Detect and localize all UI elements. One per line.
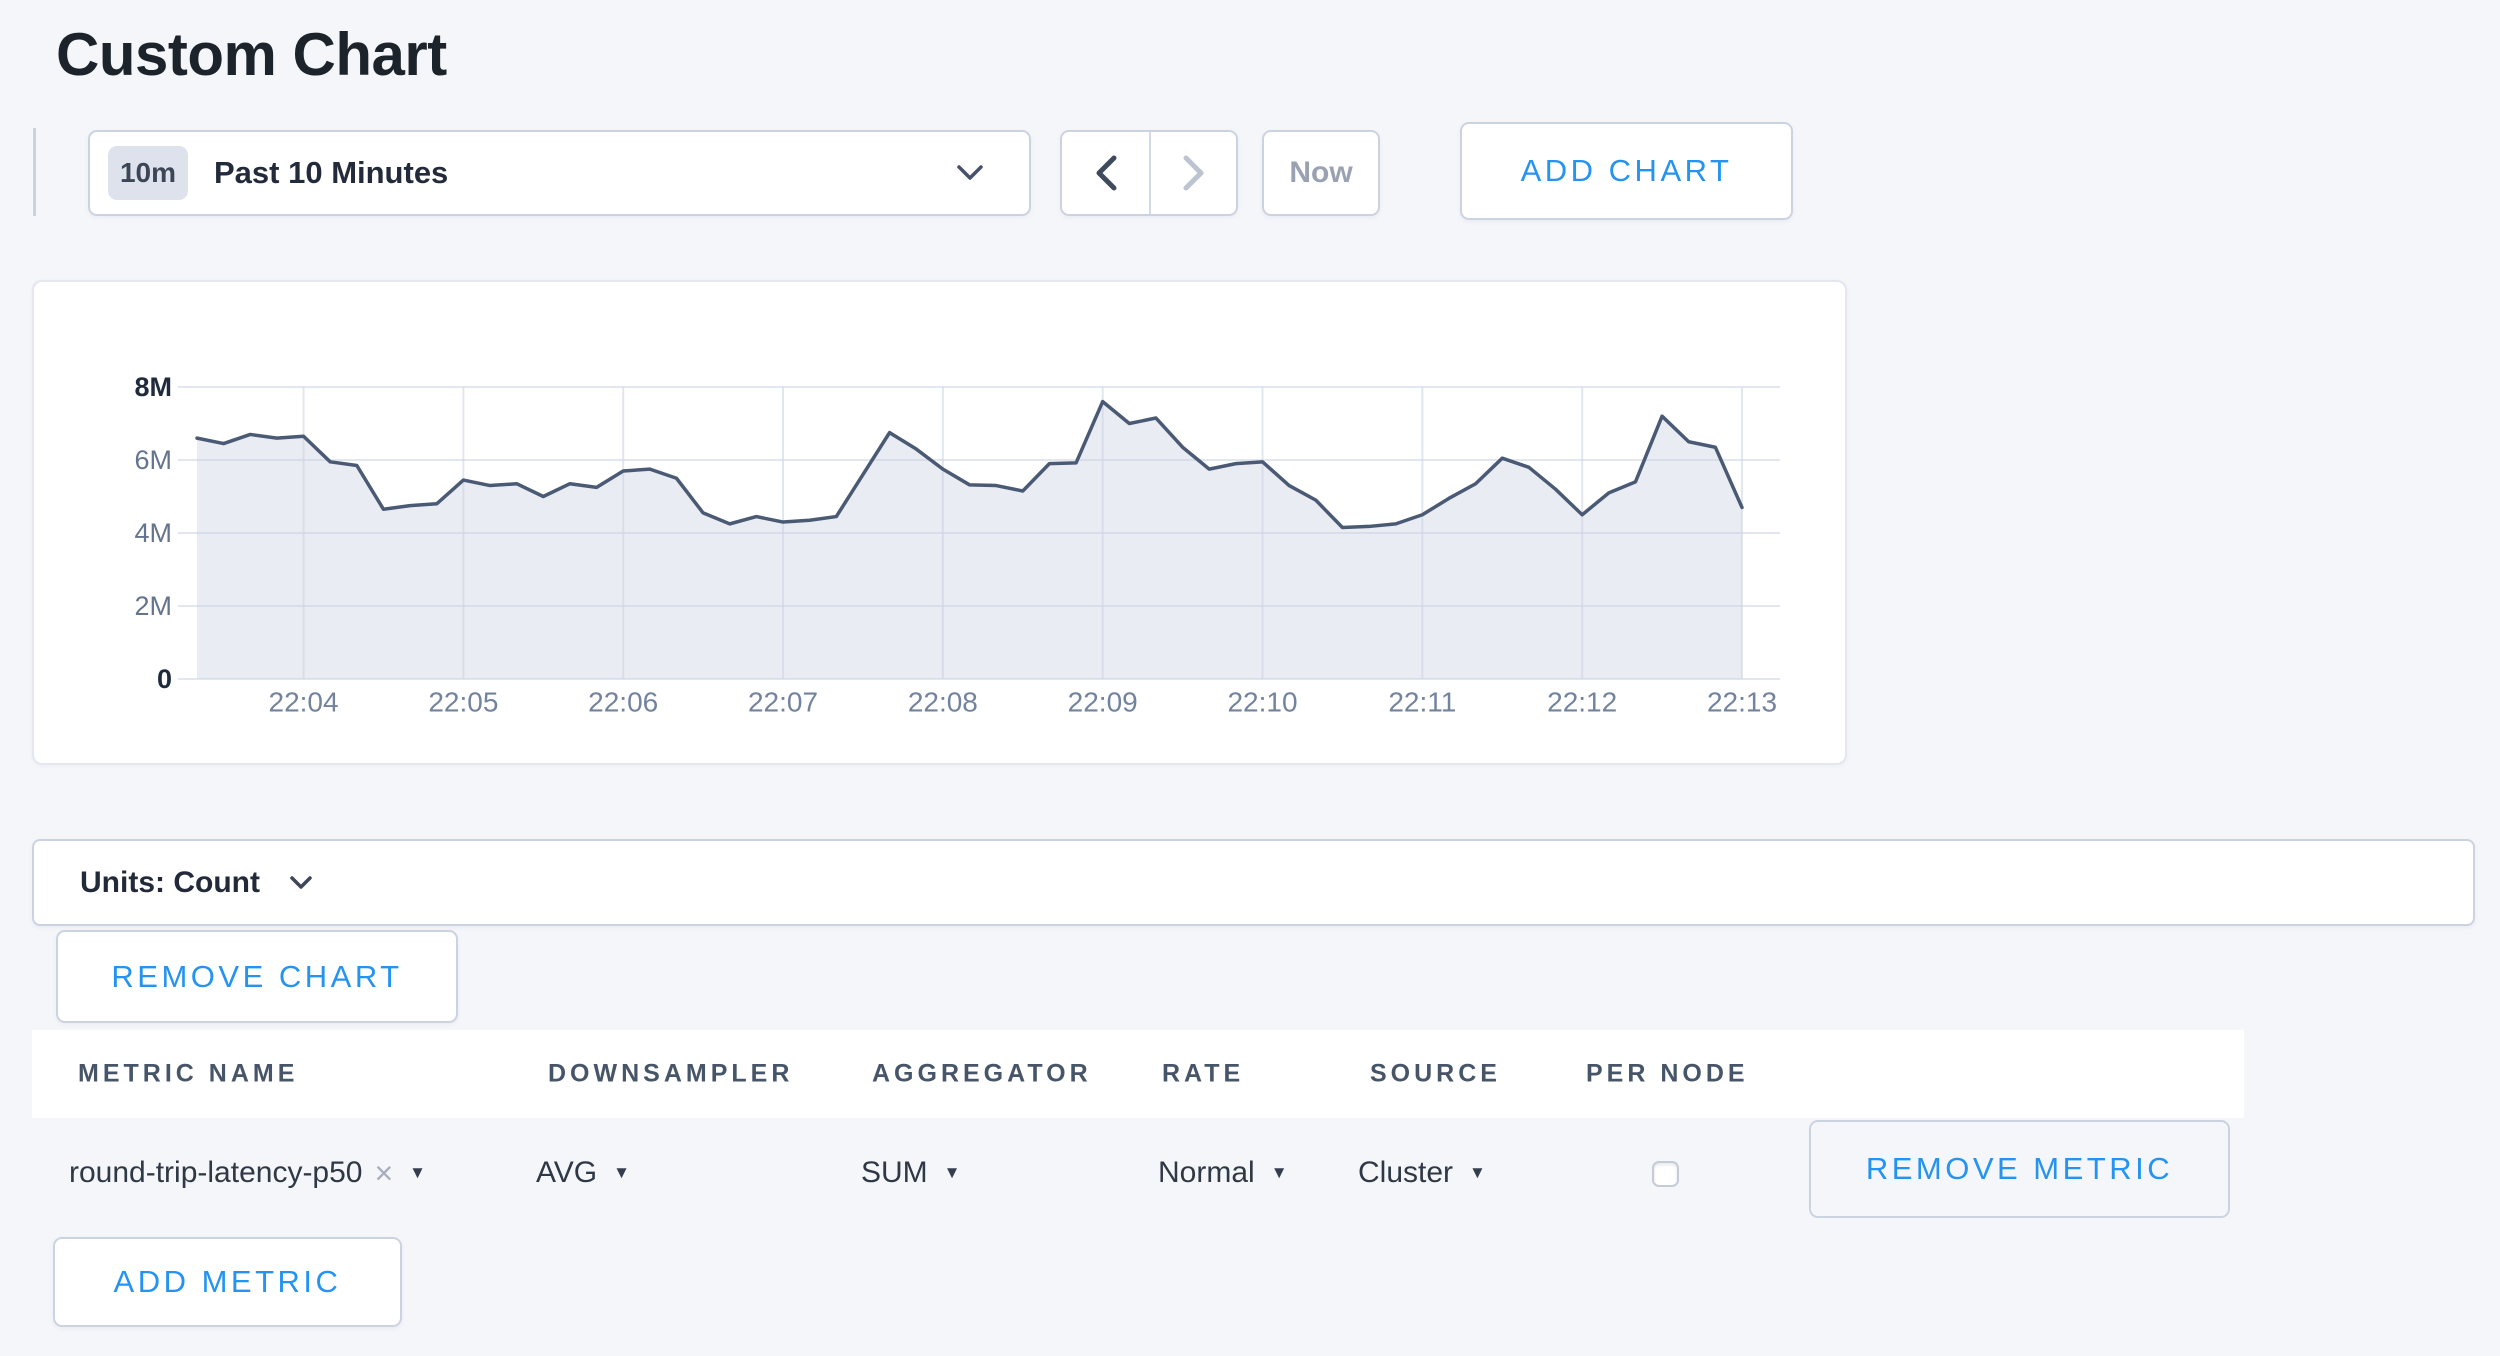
page-title: Custom Chart <box>56 20 447 89</box>
svg-text:22:09: 22:09 <box>1068 686 1138 717</box>
svg-text:22:10: 22:10 <box>1227 686 1297 717</box>
svg-text:22:08: 22:08 <box>908 686 978 717</box>
svg-text:0: 0 <box>157 664 172 694</box>
column-header-source: SOURCE <box>1370 1060 1501 1089</box>
svg-text:22:13: 22:13 <box>1707 686 1777 717</box>
source-value: Cluster <box>1358 1156 1453 1190</box>
column-header-aggregator: AGGREGATOR <box>872 1060 1092 1089</box>
add-metric-button[interactable]: ADD METRIC <box>53 1237 402 1327</box>
column-header-rate: RATE <box>1162 1060 1244 1089</box>
next-time-button[interactable] <box>1149 132 1236 214</box>
caret-down-icon: ▼ <box>613 1163 630 1183</box>
chevron-down-icon <box>288 874 314 892</box>
time-window-dropdown[interactable]: 10m Past 10 Minutes <box>88 130 1031 216</box>
remove-chart-button[interactable]: REMOVE CHART <box>56 930 458 1023</box>
time-window-badge: 10m <box>108 146 188 200</box>
aggregator-value: SUM <box>861 1156 928 1190</box>
svg-text:22:04: 22:04 <box>269 686 339 717</box>
caret-down-icon: ▼ <box>944 1163 961 1183</box>
svg-text:22:05: 22:05 <box>428 686 498 717</box>
chevron-right-icon <box>1181 153 1207 193</box>
add-chart-button[interactable]: ADD CHART <box>1460 122 1793 220</box>
svg-text:2M: 2M <box>134 591 172 621</box>
column-header-metric-name: METRIC NAME <box>78 1060 298 1089</box>
svg-text:22:12: 22:12 <box>1547 686 1617 717</box>
svg-text:4M: 4M <box>134 518 172 548</box>
chevron-left-icon <box>1093 153 1119 193</box>
downsampler-value: AVG <box>536 1156 597 1190</box>
time-window-label: Past 10 Minutes <box>214 155 448 191</box>
toolbar-left-rule <box>33 128 36 216</box>
caret-down-icon: ▼ <box>409 1163 426 1183</box>
column-header-downsampler: DOWNSAMPLER <box>548 1060 793 1089</box>
custom-chart-page: Custom Chart 10m Past 10 Minutes Now ADD… <box>0 0 2500 1356</box>
aggregator-dropdown[interactable]: SUM ▼ <box>861 1145 961 1201</box>
downsampler-dropdown[interactable]: AVG ▼ <box>536 1145 630 1201</box>
remove-metric-button[interactable]: REMOVE METRIC <box>1809 1120 2230 1218</box>
rate-value: Normal <box>1158 1156 1255 1190</box>
per-node-checkbox[interactable] <box>1652 1161 1679 1187</box>
metric-name-value: round-trip-latency-p50 <box>69 1156 362 1190</box>
caret-down-icon: ▼ <box>1469 1163 1486 1183</box>
units-dropdown[interactable]: Units: Count <box>32 839 2475 926</box>
chart-card: 22:04 22:05 22:06 22:07 22:08 22:09 22:10 22:11… <box>32 280 1847 765</box>
clear-metric-icon[interactable]: × <box>374 1157 393 1189</box>
metrics-table-header: METRIC NAME DOWNSAMPLER AGGREGATOR RATE … <box>32 1030 2244 1118</box>
svg-text:6M: 6M <box>134 445 172 475</box>
now-button[interactable]: Now <box>1262 130 1380 216</box>
column-header-per-node: PER NODE <box>1586 1060 1749 1089</box>
metric-name-dropdown[interactable]: round-trip-latency-p50 × ▼ <box>69 1145 426 1201</box>
svg-text:22:06: 22:06 <box>588 686 658 717</box>
caret-down-icon: ▼ <box>1271 1163 1288 1183</box>
svg-text:8M: 8M <box>134 372 172 402</box>
svg-text:22:11: 22:11 <box>1388 686 1456 717</box>
prev-time-button[interactable] <box>1062 132 1149 214</box>
time-nav-group <box>1060 130 1238 216</box>
time-series-chart: 22:04 22:05 22:06 22:07 22:08 22:09 22:10 22:11… <box>32 280 1847 765</box>
source-dropdown[interactable]: Cluster ▼ <box>1358 1145 1486 1201</box>
chevron-down-icon <box>955 163 985 183</box>
units-label: Units: Count <box>80 866 260 900</box>
svg-text:22:07: 22:07 <box>748 686 818 717</box>
rate-dropdown[interactable]: Normal ▼ <box>1158 1145 1288 1201</box>
